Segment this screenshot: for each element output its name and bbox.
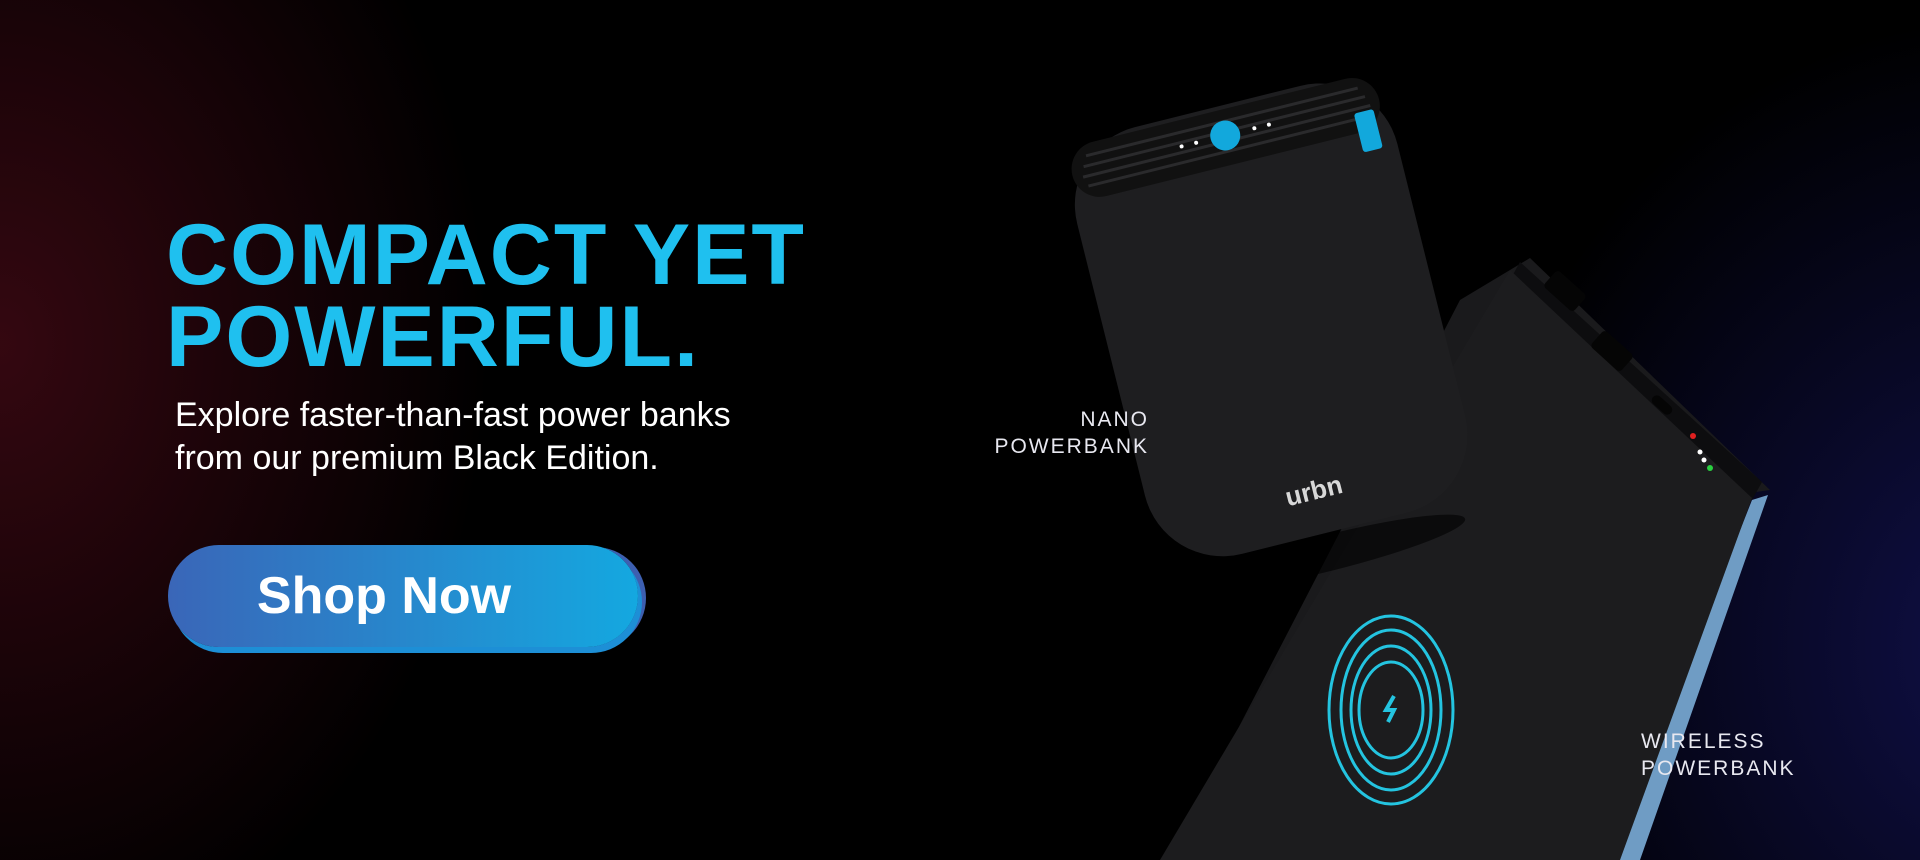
subtitle-line-2: from our premium Black Edition. (175, 439, 659, 477)
wireless-label-line-2: POWERBANK (1641, 757, 1796, 780)
subtitle: Explore faster-than-fast power banks fro… (175, 394, 731, 480)
wireless-label-line-1: WIRELESS (1641, 730, 1766, 753)
shop-now-button[interactable]: Shop Now (168, 545, 638, 647)
headline: COMPACT YET POWERFUL. (166, 212, 806, 380)
nano-label-line-2: POWERBANK (994, 435, 1149, 458)
nano-powerbank-label: NANO POWERBANK (994, 406, 1149, 460)
subtitle-line-1: Explore faster-than-fast power banks (175, 396, 731, 434)
nano-label-line-1: NANO (1080, 408, 1149, 431)
wireless-powerbank-label: WIRELESS POWERBANK (1641, 728, 1796, 782)
nano-powerbank-image: urbn (1071, 77, 1468, 591)
headline-line-2: POWERFUL. (166, 289, 700, 385)
